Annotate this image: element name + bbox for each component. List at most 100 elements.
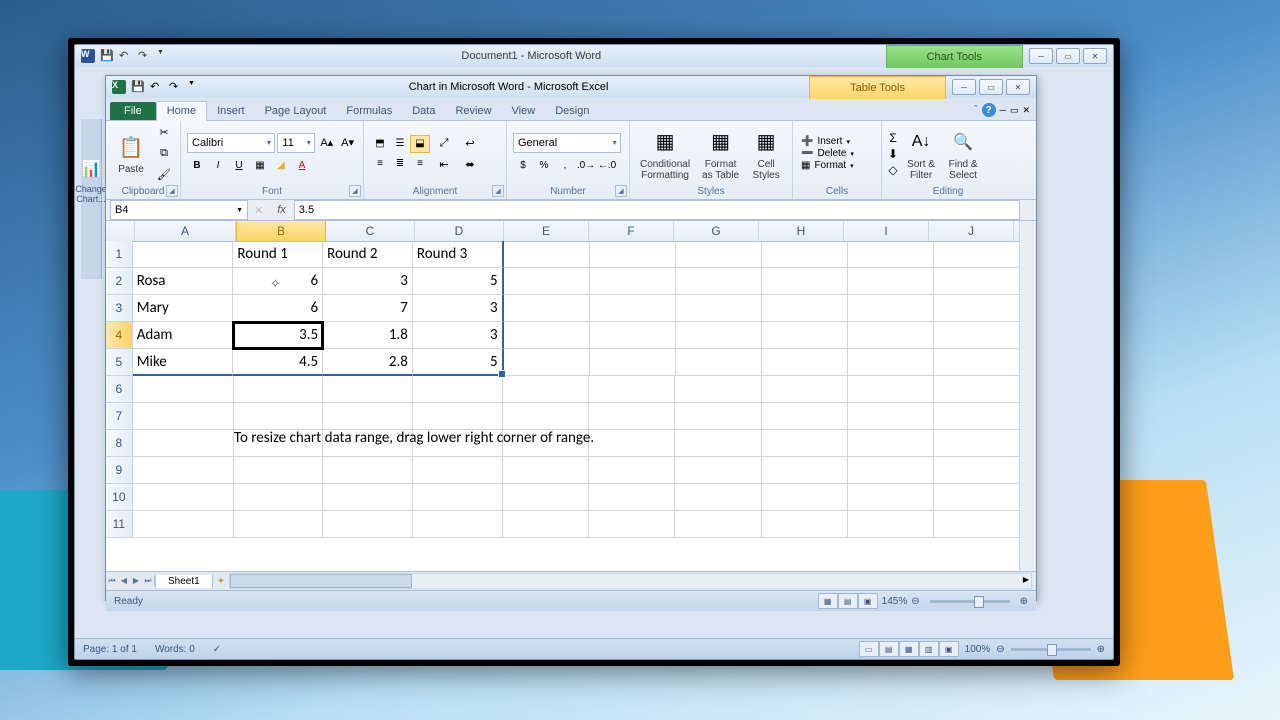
cell[interactable] [133,403,234,430]
fill-icon[interactable]: ⬇ [888,147,898,161]
align-right-icon[interactable]: ≡ [410,155,430,173]
zoom-out-icon[interactable]: ⊖ [911,596,919,607]
cell[interactable] [323,403,413,430]
range-resize-handle[interactable] [499,371,505,377]
cell[interactable] [934,511,1020,538]
cell[interactable] [848,322,934,349]
cell[interactable] [848,511,934,538]
row-header[interactable]: 4 [106,322,133,349]
cell[interactable] [675,376,761,403]
cell[interactable] [934,295,1020,322]
format-cells-button[interactable]: ▦Format▾ [799,160,875,171]
format-painter-icon[interactable]: 🖌 [154,166,174,184]
cell[interactable]: Rosa [133,268,234,295]
excel-zoom-slider[interactable] [930,600,1010,603]
font-dialog-launcher[interactable]: ◢ [349,185,361,197]
cell[interactable] [133,376,234,403]
insert-cells-button[interactable]: ➕Insert▾ [799,136,875,147]
column-header[interactable]: I [844,221,929,241]
cell[interactable] [504,349,590,376]
cell[interactable]: 7 [323,295,413,322]
sheet-nav-arrows[interactable]: ⏮◀▶⏭ [106,576,155,586]
cell[interactable] [934,484,1020,511]
cell[interactable] [934,457,1020,484]
cell[interactable]: 3 [323,268,413,295]
cell[interactable]: Mary [133,295,234,322]
column-header[interactable]: C [326,221,415,241]
italic-button[interactable]: I [208,156,228,174]
cell[interactable] [133,241,234,268]
name-box[interactable]: B4▼ [110,200,248,220]
cell[interactable] [762,376,848,403]
cell[interactable] [848,430,934,457]
column-header[interactable]: G [674,221,759,241]
word-zoom-slider[interactable] [1011,648,1091,651]
help-icon[interactable]: ? [982,103,996,117]
comma-icon[interactable]: , [555,156,575,174]
row-header[interactable]: 2 [106,268,133,295]
cell[interactable]: Round 2 [323,241,413,268]
cell[interactable] [675,484,761,511]
paste-button[interactable]: 📋Paste [112,130,150,177]
cell-styles-button[interactable]: ▦Cell Styles [747,125,785,183]
horizontal-scrollbar[interactable]: ◀▶ [229,573,1032,589]
cell[interactable]: 3 [413,295,504,322]
zoom-in-icon[interactable]: ⊕ [1097,644,1105,655]
cell[interactable] [503,484,589,511]
cell[interactable] [589,403,675,430]
cell[interactable] [234,457,324,484]
cell[interactable] [848,484,934,511]
word-close-button[interactable]: ✕ [1083,48,1107,64]
align-top-icon[interactable]: ⬒ [370,135,390,153]
decrease-decimal-icon[interactable]: ←.0 [597,156,617,174]
cell[interactable] [504,322,590,349]
cell[interactable] [676,349,762,376]
ribbon-minimize-icon[interactable]: ˆ [974,104,978,116]
cell[interactable]: Adam [133,322,234,349]
cell[interactable] [504,268,590,295]
row-header[interactable]: 3 [106,295,133,322]
cell[interactable] [676,295,762,322]
cell[interactable] [762,268,848,295]
cell[interactable] [675,457,761,484]
cell[interactable] [323,376,413,403]
spreadsheet-grid[interactable]: ABCDEFGHIJ 1Round 1Round 2Round 32Rosa63… [106,221,1036,571]
excel-minimize-button[interactable]: ─ [952,79,976,95]
tab-view[interactable]: View [502,102,546,120]
cell[interactable] [762,484,848,511]
cell[interactable] [762,511,848,538]
font-size-combo[interactable]: 11▼ [277,133,315,153]
column-header[interactable]: E [504,221,589,241]
cell[interactable] [675,511,761,538]
column-header[interactable]: F [589,221,674,241]
cell[interactable] [504,295,590,322]
cell[interactable] [762,322,848,349]
cell[interactable] [762,349,848,376]
merge-center-icon[interactable]: ⬌ [460,155,480,173]
decrease-indent-icon[interactable]: ⇤ [434,155,454,173]
cell[interactable] [934,349,1020,376]
tab-home[interactable]: Home [156,101,207,121]
cell[interactable]: Round 1 [233,241,323,268]
tab-insert[interactable]: Insert [207,102,255,120]
cell[interactable] [234,376,324,403]
column-header[interactable]: A [135,221,236,241]
cell[interactable]: 6 [233,295,323,322]
cell[interactable] [848,457,934,484]
number-format-combo[interactable]: General▼ [513,133,621,153]
excel-titlebar[interactable]: X 💾 ↶ ↷ ▼ Chart in Microsoft Word - Micr… [106,76,1036,98]
workbook-restore-icon[interactable]: ▭ [1010,105,1019,116]
excel-view-buttons[interactable]: ▦▤▣ [818,593,878,609]
cell[interactable] [676,322,762,349]
cell[interactable] [848,349,934,376]
excel-context-tab[interactable]: Table Tools [809,76,946,99]
cell[interactable]: 1.8 [323,322,413,349]
tab-formulas[interactable]: Formulas [336,102,402,120]
sort-filter-button[interactable]: A↓Sort & Filter [902,125,940,183]
qat-dropdown-icon[interactable]: ▼ [157,49,171,63]
cell[interactable] [590,349,676,376]
excel-close-button[interactable]: ✕ [1006,79,1030,95]
cell[interactable]: 5 [413,268,504,295]
number-dialog-launcher[interactable]: ◢ [615,185,627,197]
align-bottom-icon[interactable]: ⬓ [410,135,430,153]
